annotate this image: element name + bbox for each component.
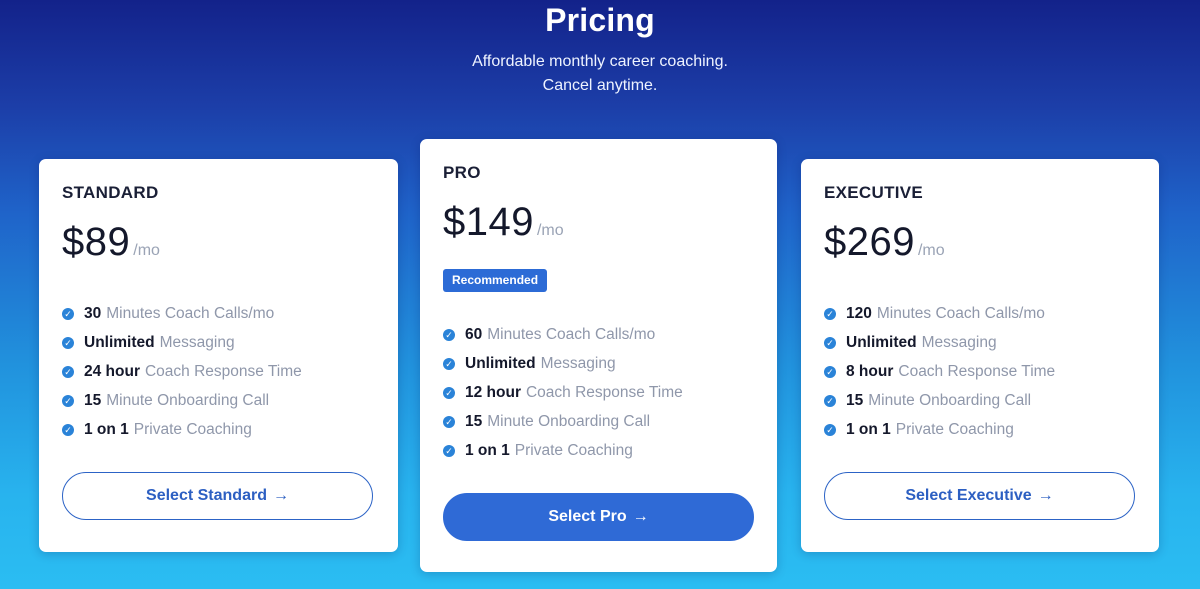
price-period: /mo [536,222,564,239]
page-title: Pricing [545,2,655,38]
feature-item: ✓ Unlimited Messaging [824,328,1055,357]
plan-name: PRO [443,163,481,182]
feature-item: ✓ Unlimited Messaging [443,349,683,378]
feature-item: ✓ 30 Minutes Coach Calls/mo [62,299,302,328]
check-circle-icon: ✓ [824,395,836,408]
button-label: Select Pro [548,508,627,525]
check-circle-icon: ✓ [62,336,74,349]
select-executive-button[interactable]: Select Executive → [824,472,1135,520]
feature-highlight: 1 on 1 [465,442,510,460]
feature-item: ✓ 1 on 1 Private Coaching [824,416,1055,445]
plan-name: STANDARD [62,183,159,202]
check-circle-icon: ✓ [62,395,74,408]
plan-price: $89 [62,220,131,264]
feature-text: Messaging [921,333,997,351]
check-circle-icon: ✓ [62,365,74,378]
feature-text: Minutes Coach Calls/mo [106,304,275,322]
select-standard-button[interactable]: Select Standard → [62,472,373,520]
check-circle-icon: ✓ [443,328,455,341]
price-row: $89/mo [62,220,160,265]
feature-highlight: 120 [846,304,872,322]
feature-text: Minutes Coach Calls/mo [876,304,1045,322]
arrow-right-icon: → [1037,487,1054,504]
check-circle-icon: ✓ [443,357,455,370]
feature-item: ✓ 1 on 1 Private Coaching [443,437,683,466]
feature-text: Messaging [540,354,616,372]
button-label: Select Standard [146,487,267,504]
feature-list: ✓ 120 Minutes Coach Calls/mo ✓ Unlimited Mes… [824,299,1055,445]
feature-highlight: Unlimited [846,333,917,351]
feature-text: Minute Onboarding Call [487,413,651,431]
select-pro-button[interactable]: Select Pro → [443,493,754,541]
check-circle-icon: ✓ [824,365,836,378]
feature-text: Private Coaching [895,421,1014,439]
check-circle-icon: ✓ [62,307,74,320]
feature-text: Minute Onboarding Call [868,392,1032,410]
check-circle-icon: ✓ [443,416,455,429]
feature-text: Minutes Coach Calls/mo [487,325,656,343]
feature-highlight: 1 on 1 [846,421,891,439]
feature-highlight: Unlimited [465,354,536,372]
feature-highlight: 15 [465,413,483,431]
page-subtitle-line-2: Cancel anytime. [542,77,658,94]
feature-text: Minute Onboarding Call [106,392,270,410]
check-circle-icon: ✓ [443,386,455,399]
feature-item: ✓ 120 Minutes Coach Calls/mo [824,299,1055,328]
recommended-badge: Recommended [443,269,548,292]
feature-text: Coach Response Time [525,383,683,401]
feature-text: Messaging [159,333,235,351]
plan-name: EXECUTIVE [824,183,924,202]
feature-item: ✓ 1 on 1 Private Coaching [62,416,302,445]
feature-item: ✓ 60 Minutes Coach Calls/mo [443,320,683,349]
price-row: $149/mo [443,200,564,245]
price-period: /mo [917,242,945,259]
button-label: Select Executive [905,487,1032,504]
feature-item: ✓ Unlimited Messaging [62,328,302,357]
feature-text: Coach Response Time [898,362,1056,380]
feature-highlight: 15 [846,392,864,410]
check-circle-icon: ✓ [824,336,836,349]
check-circle-icon: ✓ [824,424,836,437]
feature-item: ✓ 15 Minute Onboarding Call [443,408,683,437]
feature-highlight: 30 [84,304,102,322]
feature-item: ✓ 15 Minute Onboarding Call [62,387,302,416]
feature-item: ✓ 24 hour Coach Response Time [62,357,302,386]
feature-item: ✓ 15 Minute Onboarding Call [824,387,1055,416]
feature-highlight: 1 on 1 [84,421,129,439]
arrow-right-icon: → [272,487,289,504]
feature-list: ✓ 60 Minutes Coach Calls/mo ✓ Unlimited Mess… [443,320,683,466]
plan-price: $269 [824,220,915,264]
feature-text: Coach Response Time [144,362,302,380]
feature-text: Private Coaching [133,421,252,439]
feature-text: Private Coaching [514,442,633,460]
check-circle-icon: ✓ [443,445,455,458]
feature-highlight: 60 [465,325,483,343]
feature-highlight: 12 hour [465,383,521,401]
feature-highlight: 8 hour [846,362,894,380]
feature-highlight: 15 [84,392,102,410]
page-subtitle-line-1: Affordable monthly career coaching. [472,53,728,70]
feature-highlight: Unlimited [84,333,155,351]
check-circle-icon: ✓ [824,307,836,320]
feature-list: ✓ 30 Minutes Coach Calls/mo ✓ Unlimited Mess… [62,299,302,445]
plan-price: $149 [443,200,534,244]
price-row: $269/mo [824,220,945,265]
price-period: /mo [133,242,160,259]
check-circle-icon: ✓ [62,424,74,437]
plan-card-standard: STANDARD $89/mo ✓ 30 Minutes Coach Calls/m… [39,159,398,552]
plan-card-pro: PRO $149/mo Recommended ✓ 60 Minutes Coach… [420,139,777,572]
feature-item: ✓ 12 hour Coach Response Time [443,378,683,407]
feature-highlight: 24 hour [84,362,140,380]
feature-item: ✓ 8 hour Coach Response Time [824,357,1055,386]
arrow-right-icon: → [632,508,649,525]
plan-card-executive: EXECUTIVE $269/mo ✓ 120 Minutes Coach Call… [801,159,1159,552]
